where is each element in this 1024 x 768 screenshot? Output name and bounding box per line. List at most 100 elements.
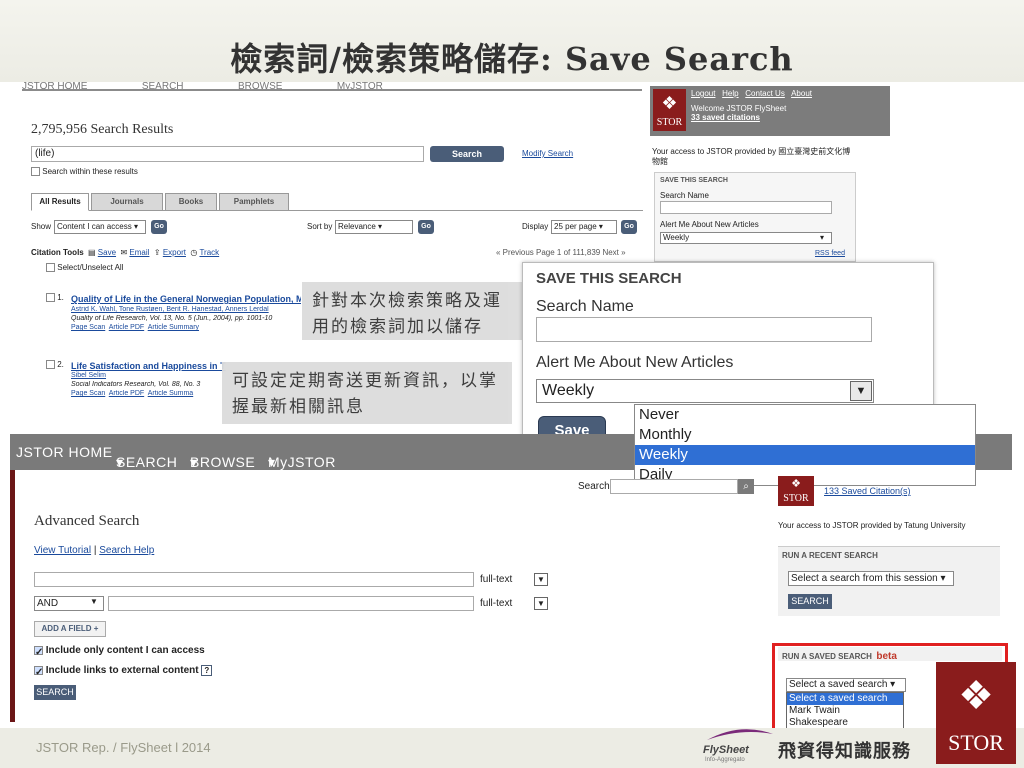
page-scan-link[interactable]: Page Scan — [71, 390, 105, 397]
article-pdf-link[interactable]: Article PDF — [109, 390, 144, 397]
show-go-button[interactable]: Go — [151, 220, 167, 234]
field-type-1-value: full-text — [480, 574, 513, 585]
include-content-option: ✓ Include only content I can access — [34, 645, 205, 658]
footer-text: JSTOR Rep. / FlySheet l 2014 — [36, 740, 211, 755]
search-icon[interactable]: ⌕ — [738, 479, 754, 494]
result-links: Page Scan Article PDF Article Summary — [71, 324, 199, 331]
saved-option-default[interactable]: Select a saved search — [787, 693, 903, 705]
search-within-checkbox[interactable] — [31, 167, 40, 177]
tool-export-link[interactable]: Export — [163, 248, 186, 257]
option-never[interactable]: Never — [635, 405, 975, 425]
tab-journals[interactable]: Journals — [91, 193, 163, 211]
tool-save-link[interactable]: Save — [98, 248, 116, 257]
caret-down-icon: ▾ — [268, 454, 276, 470]
callout-alert-updates: 可設定定期寄送更新資訊，以掌握最新相關訊息 — [222, 362, 512, 424]
saved-search-title: RUN A SAVED SEARCH beta — [782, 651, 897, 662]
search-button[interactable]: Search — [430, 146, 504, 162]
sortby-go-button[interactable]: Go — [418, 220, 434, 234]
popup-alert-select-value: Weekly — [542, 382, 595, 399]
save-box-small-alert-select[interactable]: Weekly — [660, 232, 832, 244]
about-link[interactable]: About — [791, 89, 812, 98]
tool-email-link[interactable]: Email — [129, 248, 149, 257]
field-type-2-value: full-text — [480, 598, 513, 609]
tab-pamphlets[interactable]: Pamphlets — [219, 193, 289, 211]
display-go-button[interactable]: Go — [621, 220, 637, 234]
callout-save-strategy: 針對本次檢索策略及運用的檢索詞加以儲存 — [302, 282, 522, 340]
track-icon: ◷ — [190, 248, 198, 257]
recent-search-select[interactable]: Select a search from this session ▾ — [788, 571, 954, 586]
advanced-search-button[interactable]: SEARCH — [34, 685, 76, 700]
query-input[interactable]: (life) — [31, 146, 424, 162]
jstor-logo-text: STOR — [783, 493, 809, 504]
result-checkbox[interactable] — [46, 360, 55, 370]
nav-item-browse[interactable]: BROWSE — [238, 82, 282, 89]
show-select[interactable]: Content I can access ▾ — [54, 220, 146, 234]
search-help-link[interactable]: Search Help — [99, 545, 154, 556]
article-pdf-link[interactable]: Article PDF — [109, 324, 144, 331]
article-summary-link[interactable]: Article Summa — [148, 390, 194, 397]
add-field-button[interactable]: ADD A FIELD + — [34, 621, 106, 637]
saved-citations-link[interactable]: 133 Saved Citation(s) — [824, 486, 911, 496]
search-field-1[interactable] — [34, 572, 474, 587]
modify-search-link[interactable]: Modify Search — [522, 149, 573, 158]
search-field-2[interactable] — [108, 596, 474, 611]
help-link[interactable]: Help — [722, 89, 738, 98]
recent-search-button[interactable]: SEARCH — [788, 594, 832, 609]
include-links-option: ✓ Include links to external content ? — [34, 665, 213, 678]
tool-track-link[interactable]: Track — [199, 248, 219, 257]
saved-search-select[interactable]: Select a saved search ▾ — [786, 678, 906, 692]
help-icon[interactable]: ? — [201, 665, 213, 676]
logout-link[interactable]: Logout — [691, 89, 715, 98]
saved-search-dropdown[interactable]: Select a saved search Mark Twain Shakesp… — [786, 692, 904, 730]
tab-books[interactable]: Books — [165, 193, 217, 211]
saved-citations-link[interactable]: 33 saved citations — [691, 113, 760, 122]
field-type-2-chevron-icon[interactable]: ▼ — [534, 597, 548, 610]
option-monthly[interactable]: Monthly — [635, 425, 975, 445]
page-scan-link[interactable]: Page Scan — [71, 324, 105, 331]
contact-us-link[interactable]: Contact Us — [745, 89, 785, 98]
popup-search-name-input[interactable] — [536, 317, 872, 342]
jstor-emblem-icon: ❖ — [661, 93, 678, 113]
rss-feed-link[interactable]: RSS feed — [815, 250, 845, 257]
field-type-1-chevron-icon[interactable]: ▼ — [534, 573, 548, 586]
nav-item-home[interactable]: JSTOR HOME — [16, 444, 113, 460]
chevron-down-icon: ▼ — [90, 597, 98, 606]
option-weekly[interactable]: Weekly — [635, 445, 975, 465]
save-box-small-name-input[interactable] — [660, 201, 832, 214]
save-icon: ▤ — [88, 248, 96, 257]
article-summary-link[interactable]: Article Summary — [148, 324, 199, 331]
select-unselect-all[interactable]: Select/Unselect All — [46, 263, 124, 273]
nav-item-search[interactable]: SEARCH — [142, 82, 184, 89]
sortby-label: Sort by — [307, 222, 333, 231]
help-links: View Tutorial | Search Help — [34, 545, 155, 556]
chevron-down-icon[interactable]: ▼ — [850, 381, 872, 401]
result-authors[interactable]: Astrid K. Wahl, Tone Rustøen, Berit R. H… — [71, 306, 301, 313]
result-title-link[interactable]: Quality of Life in the General Norwegian… — [71, 294, 301, 304]
nav-item-home[interactable]: JSTOR HOME — [22, 82, 87, 89]
search-within: Search within these results — [31, 167, 138, 177]
sortby-select[interactable]: Relevance ▾ — [335, 220, 413, 234]
save-box-small-title: SAVE THIS SEARCH — [660, 177, 728, 184]
tab-all-results[interactable]: All Results — [31, 193, 89, 211]
view-tutorial-link[interactable]: View Tutorial — [34, 545, 91, 556]
save-box-small-alert-label: Alert Me About New Articles — [660, 220, 759, 229]
pager[interactable]: « Previous Page 1 of 111,839 Next » — [496, 248, 626, 257]
slide-title: 檢索詞/檢索策略儲存: Save Search — [230, 40, 794, 78]
citation-tools: ▤ Save ✉ Email ⇪ Export ◷ Track — [88, 248, 219, 257]
popup-alert-select[interactable]: Weekly — [536, 379, 874, 403]
jstor-logo: ❖ STOR — [778, 476, 814, 506]
display-label: Display — [522, 222, 549, 231]
jstor-logo-text: STOR — [656, 117, 683, 128]
display-select[interactable]: 25 per page ▾ — [551, 220, 617, 234]
saved-option-mark-twain[interactable]: Mark Twain — [787, 705, 903, 717]
include-content-checkbox[interactable]: ✓ — [34, 645, 43, 658]
result-checkbox[interactable] — [46, 293, 55, 303]
nav-item-myjstor[interactable]: MyJSTOR — [337, 82, 383, 89]
select-all-checkbox[interactable] — [46, 263, 55, 273]
result-authors[interactable]: Sibel Selim — [71, 372, 106, 379]
alert-frequency-dropdown[interactable]: Never Monthly Weekly Daily — [634, 404, 976, 486]
include-links-label: Include links to external content — [45, 665, 199, 676]
bottom-search-input[interactable] — [610, 479, 738, 494]
include-links-checkbox[interactable]: ✓ — [34, 665, 43, 678]
caret-down-icon: ▾ — [116, 454, 124, 470]
